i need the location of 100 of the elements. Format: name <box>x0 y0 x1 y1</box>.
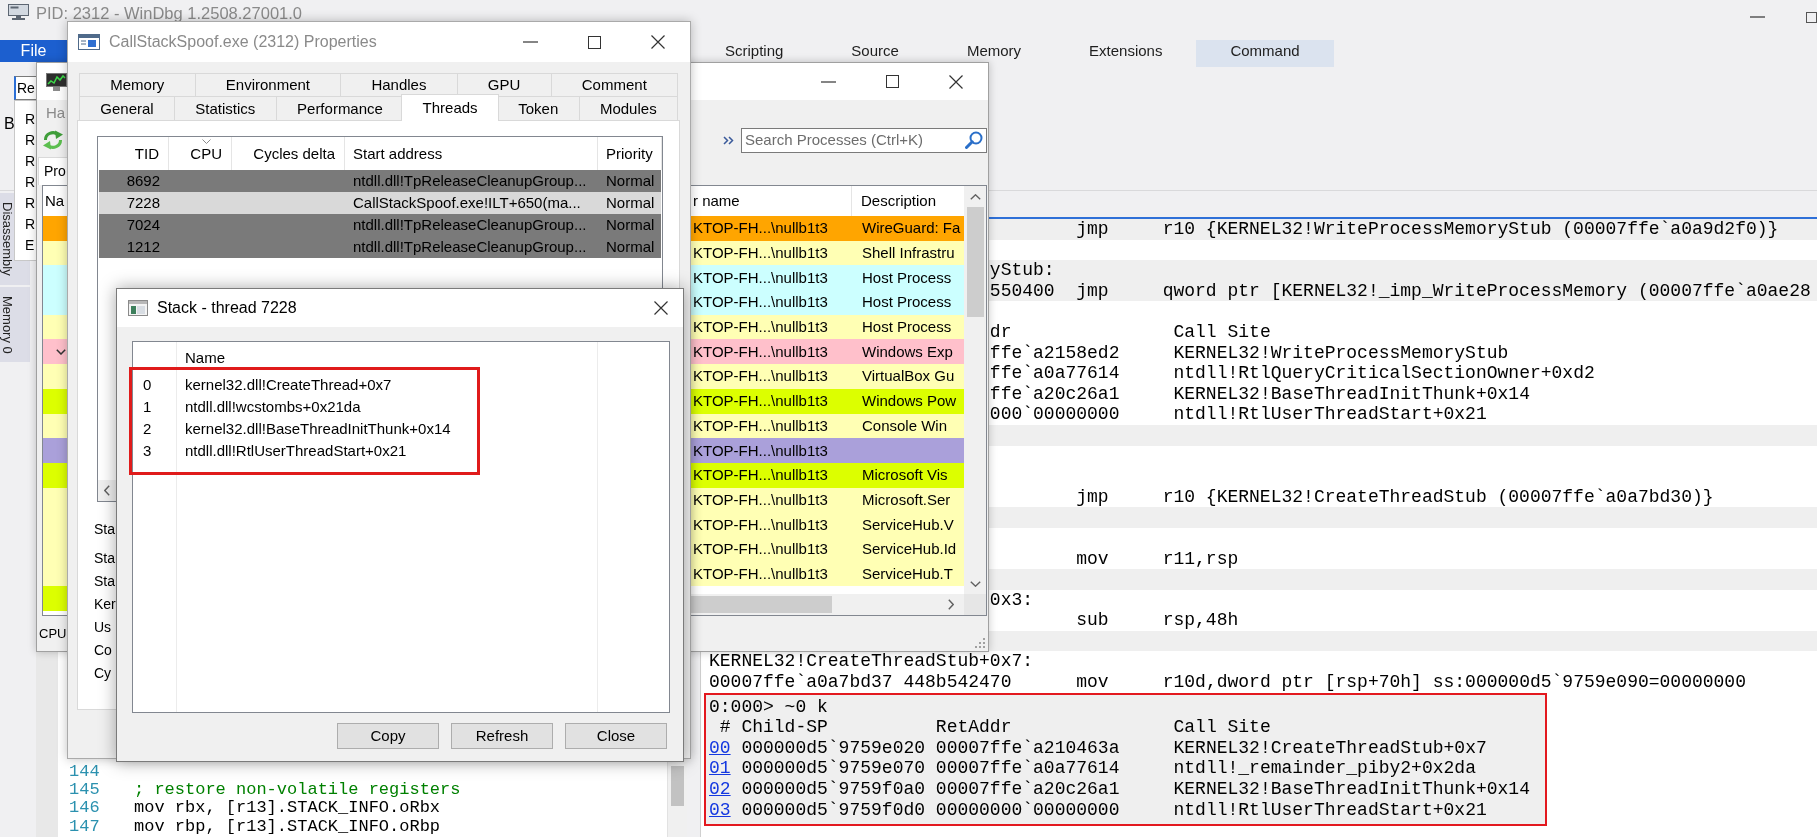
table-cell: ntdll.dll!RtlUserThreadStart+0x21 <box>185 442 407 459</box>
code-fragment: dr <box>989 321 1012 342</box>
column-header: Child-SP <box>741 717 828 738</box>
call-site-text: ntdll!RtlUserThreadStart+0x21 <box>1173 799 1487 820</box>
table-cell: ntdll.dll!TpReleaseCleanupGroup... <box>353 238 587 255</box>
mnemonic-text: mov <box>1076 548 1109 569</box>
mnemonic-text: sub <box>1076 610 1109 631</box>
return-address-text: 00007ffe`a20c26a1 <box>935 779 1120 800</box>
call-site-text: Call Site <box>1173 321 1271 342</box>
call-site-text: KERNEL32!WriteProcessMemoryStub <box>1173 342 1509 363</box>
table-cell: KTOP-FH...\nullb1t3 <box>693 540 828 558</box>
code-fragment: 0x3: <box>989 589 1034 610</box>
operand-text: rsp,48h <box>1162 610 1239 631</box>
return-address-text: 00000000`00000000 <box>935 799 1120 820</box>
return-address-text: 00007ffe`a0a77614 <box>935 758 1120 779</box>
table-cell: Normal <box>606 194 655 211</box>
field-label: Us <box>94 618 112 637</box>
call-site-text: KERNEL32!BaseThreadInitThunk+0x14 <box>1173 383 1530 404</box>
stack-pointer-text: 000000d5`9759e070 <box>741 758 926 779</box>
table-cell: Microsoft.Ser <box>862 490 951 508</box>
table-cell: ntdll.dll!TpReleaseCleanupGroup... <box>353 172 587 189</box>
table-cell: VirtualBox Gu <box>862 367 955 385</box>
table-cell: KTOP-FH...\nullb1t3 <box>693 564 828 582</box>
mnemonic-text: jmp <box>1076 219 1109 239</box>
mnemonic-text: jmp <box>1076 486 1109 507</box>
table-cell: Normal <box>606 216 655 233</box>
table-cell: Host Process <box>862 318 952 336</box>
table-cell: Host Process <box>862 268 952 286</box>
stack-pointer-text: 000000d5`9759f0d0 <box>741 799 926 820</box>
call-site-text: KERNEL32!CreateThreadStub+0x7 <box>1173 737 1487 758</box>
table-cell: 3 <box>143 442 152 459</box>
table-cell: KTOP-FH...\nullb1t3 <box>693 466 828 484</box>
line-number: 147 <box>69 816 100 836</box>
table-cell: KTOP-FH...\nullb1t3 <box>693 367 828 385</box>
table-cell: Windows Pow <box>862 392 957 410</box>
field-label: Cy <box>94 664 112 683</box>
table-cell: kernel32.dll!BaseThreadInitThunk+0x14 <box>185 420 451 437</box>
table-cell: Normal <box>606 172 655 189</box>
table-cell: KTOP-FH...\nullb1t3 <box>693 441 828 459</box>
code-comment: ; restore non-volatile registers <box>134 781 461 800</box>
table-cell: KTOP-FH...\nullb1t3 <box>693 392 828 410</box>
mnemonic-text: mov <box>1076 672 1109 693</box>
code-line: mov rbx, [r13].STACK_INFO.oRbx <box>134 799 441 818</box>
code-fragment: ffe`a20c26a1 <box>989 383 1120 404</box>
mnemonic-text: jmp <box>1076 280 1109 301</box>
table-cell: KTOP-FH...\nullb1t3 <box>693 416 828 434</box>
table-cell: KTOP-FH...\nullb1t3 <box>693 490 828 508</box>
table-cell: KTOP-FH...\nullb1t3 <box>693 342 828 360</box>
call-site-text: ntdll!_remainder_piby2+0x2da <box>1173 758 1476 779</box>
table-cell: KTOP-FH...\nullb1t3 <box>693 244 828 262</box>
return-address-text: 00007ffe`a210463a <box>935 737 1120 758</box>
table-cell: 7024 <box>126 216 160 233</box>
line-number: 144 <box>69 762 100 781</box>
table-cell: 0 <box>143 376 152 393</box>
field-label: Sta <box>94 520 115 539</box>
column-header: Call Site <box>1173 717 1271 738</box>
ribbon-label: B <box>4 114 15 134</box>
table-cell: Normal <box>606 238 655 255</box>
stack-pointer-text: 000000d5`9759e020 <box>741 737 926 758</box>
call-site-text: ntdll!RtlQueryCriticalSectionOwner+0xd2 <box>1173 363 1595 384</box>
address-text: 00007ffe`a0a7bd37 <box>709 672 893 693</box>
field-label: Ker <box>94 595 116 614</box>
table-cell: KTOP-FH...\nullb1t3 <box>693 515 828 533</box>
table-cell: kernel32.dll!CreateThread+0x7 <box>185 376 392 393</box>
operand-text: r10d,dword ptr [rsp+70h] ss:000000d5`9759e090=00000000 <box>1162 672 1746 693</box>
operand-text: r11,rsp <box>1162 548 1239 569</box>
table-cell: ntdll.dll!wcstombs+0x21da <box>185 398 361 415</box>
field-label: Co <box>94 641 112 660</box>
line-number: 145 <box>69 780 100 800</box>
table-cell: 7228 <box>126 194 160 211</box>
table-cell: KTOP-FH...\nullb1t3 <box>693 318 828 336</box>
table-cell: Shell Infrastru <box>862 244 955 262</box>
table-cell: 1 <box>143 398 152 415</box>
code-line: mov rbp, [r13].STACK_INFO.oRbp <box>134 817 441 836</box>
code-fragment: 000`00000000 <box>989 404 1120 425</box>
table-cell: KTOP-FH...\nullb1t3 <box>693 219 828 237</box>
table-cell: Host Process <box>862 293 952 311</box>
table-cell: Microsoft Vis <box>862 466 948 484</box>
operand-text: r10 {KERNEL32!CreateThreadStub (00007ffe`a0a7bd30)} <box>1162 486 1714 507</box>
column-header: # <box>719 717 731 738</box>
table-cell: KTOP-FH...\nullb1t3 <box>693 293 828 311</box>
call-site-text: KERNEL32!BaseThreadInitThunk+0x14 <box>1173 779 1530 800</box>
table-cell: CallStackSpoof.exe!ILT+650(ma... <box>353 194 581 211</box>
symbol-label: KERNEL32!CreateThreadStub+0x7: <box>709 651 1034 672</box>
table-cell: 1212 <box>126 238 160 255</box>
table-cell: 8692 <box>126 172 160 189</box>
table-cell: WireGuard: Fa <box>862 219 961 237</box>
table-cell: 2 <box>143 420 152 437</box>
table-cell: ServiceHub.V <box>862 515 954 533</box>
call-site-text: ntdll!RtlUserThreadStart+0x21 <box>1173 404 1487 425</box>
table-cell: Console Win <box>862 416 948 434</box>
code-fragment: 550400 <box>989 280 1055 301</box>
table-cell: KTOP-FH...\nullb1t3 <box>693 268 828 286</box>
table-cell: ntdll.dll!TpReleaseCleanupGroup... <box>353 216 587 233</box>
code-fragment: yStub: <box>989 260 1055 281</box>
field-label: Sta <box>94 549 115 568</box>
window-title: Stack - thread 7228 <box>157 298 297 318</box>
column-header: RetAddr <box>935 717 1012 738</box>
window-title: PID: 2312 - WinDbg 1.2508.27001.0 <box>36 5 302 22</box>
stack-pointer-text: 000000d5`9759f0a0 <box>741 779 926 800</box>
